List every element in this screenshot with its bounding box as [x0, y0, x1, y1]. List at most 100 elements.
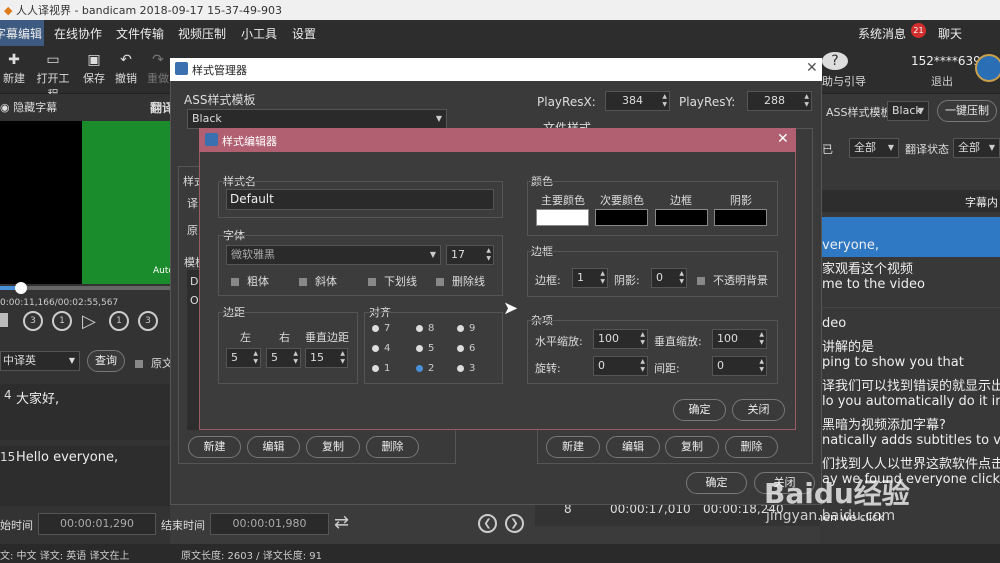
table-header: 字幕内 — [820, 190, 1000, 212]
spinner-icon: ▲ ▼ — [340, 350, 345, 365]
save-button[interactable]: ▣ 保存 — [80, 52, 108, 86]
align-7-radio[interactable]: 7 — [372, 323, 390, 334]
logout-link[interactable]: 退出 — [931, 73, 953, 89]
border-color-swatch[interactable] — [655, 209, 708, 226]
align-9-radio[interactable]: 9 — [457, 323, 475, 334]
delete-file-style-button[interactable]: 删除 — [725, 436, 778, 458]
align-1-radio[interactable]: 1 — [372, 363, 390, 374]
delete-style-button[interactable]: 删除 — [366, 436, 419, 458]
query-button[interactable]: 查询 — [87, 350, 125, 372]
list-item: lo you automatically do it in a — [822, 394, 1000, 409]
swap-icon[interactable]: ⇄ — [334, 512, 349, 533]
opaque-background-checkbox[interactable]: 不透明背景 — [697, 272, 768, 288]
rewind-3-icon[interactable]: 3 — [23, 311, 43, 331]
ass-template-select[interactable]: Black ▼ — [887, 101, 929, 121]
underline-checkbox[interactable]: 下划线 — [368, 273, 417, 289]
redo-button[interactable]: ↷ 重做 — [144, 52, 172, 86]
forward-1-icon[interactable]: 1 — [109, 311, 129, 331]
stop-icon[interactable] — [0, 313, 8, 327]
align-8-radio[interactable]: 8 — [416, 323, 434, 334]
new-file-style-button[interactable]: 新建 — [546, 436, 600, 458]
playresy-input[interactable]: 288 ▲ ▼ — [747, 91, 812, 111]
start-time-input[interactable]: 00:00:01,290 — [38, 513, 156, 535]
forward-3-icon[interactable]: 3 — [138, 311, 158, 331]
group-label: 译 — [187, 197, 198, 210]
margin-right-input[interactable]: 5 ▲ ▼ — [266, 348, 301, 368]
vscale-input[interactable]: 100 ▲ ▼ — [712, 329, 767, 349]
editor-ok-button[interactable]: 确定 — [673, 399, 726, 421]
prev-icon[interactable]: ❮ — [478, 514, 497, 533]
menu-settings[interactable]: 设置 — [292, 25, 316, 42]
redo-icon: ↷ — [152, 52, 164, 68]
ass-template-label: ASS样式模板 — [184, 93, 256, 107]
next-icon[interactable]: ❯ — [505, 514, 524, 533]
spinner-icon: ▲ ▼ — [804, 93, 809, 108]
align-5-radio[interactable]: 5 — [416, 343, 434, 354]
playresy-label: PlayResY: — [679, 95, 736, 109]
border-size-input[interactable]: 1 ▲ ▼ — [572, 268, 608, 288]
bold-checkbox[interactable]: 粗体 — [231, 273, 269, 289]
rewind-1-icon[interactable]: 1 — [52, 311, 72, 331]
one-click-compress-button[interactable]: 一键压制 — [937, 100, 997, 122]
align-3-radio[interactable]: 3 — [457, 363, 475, 374]
system-message[interactable]: 系统消息 — [858, 25, 906, 42]
play-icon[interactable]: ▷ — [82, 311, 96, 332]
chat-menu[interactable]: 聊天 — [938, 25, 962, 42]
menu-subtitle-edit[interactable]: 字幕编辑 — [0, 25, 42, 42]
edit-style-button[interactable]: 编辑 — [247, 436, 300, 458]
italic-checkbox[interactable]: 斜体 — [299, 273, 337, 289]
hide-subtitle-toggle[interactable]: ◉ 隐藏字幕 — [0, 99, 57, 115]
menu-transfer[interactable]: 文件传输 — [116, 25, 164, 42]
rotate-input[interactable]: 0 ▲ ▼ — [593, 356, 648, 376]
style-name-input[interactable]: Default — [226, 189, 494, 210]
close-icon[interactable]: ✕ — [806, 60, 818, 76]
new-button[interactable]: ✚ 新建 — [0, 52, 28, 86]
undo-button[interactable]: ↶ 撤销 — [112, 52, 140, 86]
align-6-radio[interactable]: 6 — [457, 343, 475, 354]
list-item: D — [190, 275, 199, 288]
primary-color-swatch[interactable] — [536, 209, 589, 226]
margin-left-input[interactable]: 5 ▲ ▼ — [226, 348, 261, 368]
hscale-input[interactable]: 100 ▲ ▼ — [593, 329, 648, 349]
ass-template-select[interactable]: Black ▼ — [187, 109, 447, 129]
copy-file-style-button[interactable]: 复制 — [665, 436, 719, 458]
new-style-button[interactable]: 新建 — [188, 436, 241, 458]
original-checkbox[interactable]: 原文 — [135, 355, 173, 371]
subtitle-row[interactable]: 15 Hello everyone, — [0, 446, 170, 506]
watermark: Baidu经验 jingyan.baidu.com — [764, 477, 910, 524]
close-icon[interactable]: ✕ — [777, 131, 789, 147]
editor-close-button[interactable]: 关闭 — [732, 399, 785, 421]
seek-handle[interactable] — [15, 282, 27, 294]
filter-select[interactable]: 全部 ▼ — [849, 138, 899, 158]
spinner-icon: ▲ ▼ — [253, 350, 258, 365]
list-item: ping to show you that — [822, 355, 964, 370]
menu-collab[interactable]: 在线协作 — [54, 25, 102, 42]
end-time-input[interactable]: 00:00:01,980 — [210, 513, 329, 535]
hscale-label: 水平缩放: — [535, 335, 583, 348]
font-size-input[interactable]: 17 ▲ ▼ — [446, 245, 494, 265]
subtitle-row[interactable]: 4 大家好, — [0, 384, 170, 440]
language-select[interactable]: 中译英 ▼ — [0, 351, 80, 371]
secondary-color-swatch[interactable] — [595, 209, 648, 226]
shadow-color-swatch[interactable] — [714, 209, 767, 226]
rotate-label: 旋转: — [535, 362, 561, 375]
spinner-icon: ▲ ▼ — [759, 358, 764, 373]
playresx-input[interactable]: 384 ▲ ▼ — [605, 91, 670, 111]
avatar[interactable] — [975, 54, 1000, 82]
help-icon[interactable]: ? — [822, 52, 848, 70]
font-select[interactable]: 微软雅黑 ▼ — [226, 245, 441, 265]
ok-button[interactable]: 确定 — [686, 472, 747, 494]
copy-style-button[interactable]: 复制 — [306, 436, 360, 458]
strikeout-checkbox[interactable]: 删除线 — [436, 273, 485, 289]
menu-tools[interactable]: 小工具 — [241, 25, 277, 42]
status-select[interactable]: 全部 ▼ — [953, 138, 1000, 158]
align-4-radio[interactable]: 4 — [372, 343, 390, 354]
edit-file-style-button[interactable]: 编辑 — [606, 436, 660, 458]
status-bar: 文: 中文 译文: 英语 译文在上 原文长度: 2603 / 译文长度: 91 — [0, 544, 1000, 563]
shadow-size-input[interactable]: 0 ▲ ▼ — [651, 268, 687, 288]
filter-label: 已 — [822, 143, 833, 156]
align-2-radio[interactable]: 2 — [416, 363, 434, 374]
spacing-input[interactable]: 0 ▲ ▼ — [712, 356, 767, 376]
margin-vertical-input[interactable]: 15 ▲ ▼ — [305, 348, 348, 368]
menu-compress[interactable]: 视频压制 — [178, 25, 226, 42]
